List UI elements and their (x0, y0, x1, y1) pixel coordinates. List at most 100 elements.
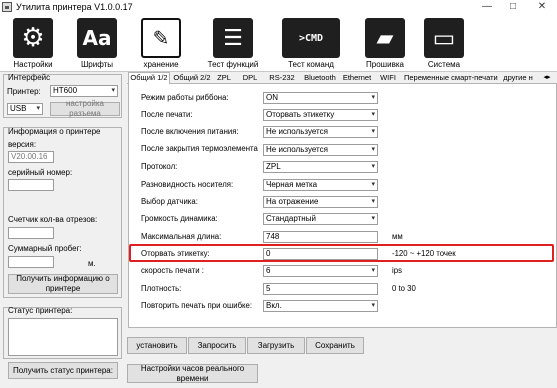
toolbar-storage[interactable]: ✎ хранение (128, 16, 192, 70)
toolbar-fonts[interactable]: Aa Шрифты (64, 16, 128, 70)
sensor-select[interactable]: На отражение ▾ (263, 196, 378, 208)
tab-ethernet[interactable]: Ethernet (340, 73, 374, 84)
toolbar-label: Система (427, 60, 461, 69)
ribbon-mode-select[interactable]: ON ▾ (263, 92, 378, 104)
chevron-down-icon: ▾ (111, 87, 115, 94)
speaker-volume-select[interactable]: Стандартный ▾ (263, 213, 378, 225)
total-run-unit: м. (88, 259, 96, 268)
chevron-down-icon: ▾ (371, 181, 375, 188)
gear-icon: ⚙ (13, 18, 53, 58)
printer-status-field (8, 318, 118, 356)
after-power-on-select[interactable]: Не используется ▾ (263, 126, 378, 138)
chevron-down-icon: ▾ (371, 146, 375, 153)
tab-smart-print-variables[interactable]: Переменные смарт-печати (404, 73, 498, 84)
get-printer-status-button[interactable]: Получить статус принтера: (8, 362, 118, 379)
after-print-label: После печати: (141, 110, 193, 119)
printer-select[interactable]: HT600 ▾ (50, 85, 118, 97)
total-run-field (8, 256, 54, 268)
tab-other[interactable]: другие н (499, 73, 537, 84)
tab-scroll-arrows-icon[interactable]: ◂▸ (537, 72, 557, 83)
tab-rs232[interactable]: RS-232 (265, 73, 299, 84)
media-type-label: Разновидность носителя: (141, 180, 234, 189)
print-speed-label: скорость печати : (141, 266, 204, 275)
print-speed-value: 6 (266, 266, 271, 275)
settings-tabs: Общий 1/2 Общий 2/2 ZPL DPL RS-232 Bluet… (127, 72, 557, 85)
toolbar-command-test[interactable]: >CMD Тест команд (278, 16, 342, 70)
tab-dpl[interactable]: DPL (239, 73, 261, 84)
retry-on-error-label: Повторить печать при ошибке: (141, 301, 253, 310)
maximize-button[interactable]: □ (503, 0, 523, 14)
print-speed-unit: ips (392, 266, 402, 275)
save-button[interactable]: Сохранить (306, 337, 364, 354)
toolbar-system[interactable]: ▭ Система (411, 16, 475, 70)
toolbar-label: Настройки (13, 60, 53, 69)
total-run-label: Суммарный пробег: (8, 244, 82, 253)
get-printer-info-button[interactable]: Получить информацию о принтере (8, 274, 118, 294)
general-settings-panel: Режим работы риббона: ON ▾ После печати:… (128, 84, 557, 328)
version-field: V20.00.16 (8, 151, 54, 163)
chip-icon: ▰ (365, 18, 405, 58)
printer-info-group-title: Информация о принтере (8, 127, 101, 136)
printer-label: Принтер: (7, 87, 41, 96)
port-settings-button[interactable]: настройка разъема (50, 99, 120, 118)
printer-select-value: HT600 (53, 86, 78, 95)
close-button[interactable]: ✕ (532, 0, 552, 14)
printer-app-icon (2, 2, 12, 12)
tab-general-2[interactable]: Общий 2/2 (171, 73, 213, 84)
toolbar-firmware[interactable]: ▰ Прошивка (352, 16, 416, 70)
version-label: версия: (8, 140, 37, 149)
chevron-down-icon: ▾ (371, 111, 375, 118)
serial-field (8, 179, 54, 191)
protocol-label: Протокол: (141, 162, 178, 171)
chevron-down-icon: ▾ (371, 163, 375, 170)
request-button[interactable]: Запросить (188, 337, 246, 354)
max-length-unit: мм (392, 232, 403, 241)
protocol-value: ZPL (266, 162, 281, 171)
after-power-on-value: Не используется (266, 127, 328, 136)
chevron-down-icon: ▾ (371, 128, 375, 135)
retry-on-error-select[interactable]: Вкл. ▾ (263, 300, 378, 312)
tear-off-input[interactable]: 0 (263, 248, 378, 260)
toolbar-function-test[interactable]: ☰ Тест функций (200, 16, 264, 70)
cut-counter-field (8, 227, 54, 239)
monitor-icon: ▭ (424, 18, 464, 58)
cut-counter-label: Счетчик кол-ва отрезов: (8, 215, 98, 224)
toolbar-label: Тест команд (288, 60, 334, 69)
port-select-value: USB (10, 104, 27, 113)
max-length-input[interactable]: 748 (263, 231, 378, 243)
toolbar-label: Шрифты (80, 60, 114, 69)
port-select[interactable]: USB ▾ (7, 103, 43, 115)
toolbar-label: Тест функций (207, 60, 259, 69)
speaker-volume-value: Стандартный (266, 214, 316, 223)
tab-zpl[interactable]: ZPL (213, 73, 235, 84)
main-toolbar: ⚙ Настройки Aa Шрифты ✎ хранение ☰ Тест … (0, 14, 557, 72)
title-bar: Утилита принтера V1.0.0.17 — □ ✕ (0, 0, 557, 14)
minimize-button[interactable]: — (477, 0, 497, 14)
list-icon: ☰ (213, 18, 253, 58)
toolbar-settings[interactable]: ⚙ Настройки (0, 16, 64, 70)
set-button[interactable]: установить (127, 337, 187, 354)
density-label: Плотность: (141, 284, 182, 293)
media-type-select[interactable]: Черная метка ▾ (263, 179, 378, 191)
toolbar-label: хранение (143, 60, 179, 69)
storage-icon: ✎ (141, 18, 181, 58)
after-head-close-value: Не используется (266, 145, 328, 154)
ribbon-mode-value: ON (266, 93, 278, 102)
tear-off-range: -120 ~ +120 точек (392, 249, 456, 258)
protocol-select[interactable]: ZPL ▾ (263, 161, 378, 173)
after-print-select[interactable]: Оторвать этикетку ▾ (263, 109, 378, 121)
after-head-close-label: После закрытия термоэлемента (141, 144, 258, 153)
tear-off-label: Оторвать этикетку: (141, 249, 210, 258)
printer-status-group-title: Статус принтера: (8, 306, 73, 315)
after-head-close-select[interactable]: Не используется ▾ (263, 144, 378, 156)
window-title: Утилита принтера V1.0.0.17 (16, 2, 133, 12)
tab-bluetooth[interactable]: Bluetooth (300, 73, 340, 84)
toolbar-label: Прошивка (366, 60, 404, 69)
chevron-down-icon: ▾ (371, 198, 375, 205)
rtc-settings-button[interactable]: Настройки часов реального времени (127, 364, 258, 383)
tab-wifi[interactable]: WIFI (376, 73, 400, 84)
density-input[interactable]: 5 (263, 283, 378, 295)
chevron-down-icon: ▾ (371, 302, 375, 309)
print-speed-select[interactable]: 6 ▾ (263, 265, 378, 277)
load-button[interactable]: Загрузить (247, 337, 305, 354)
